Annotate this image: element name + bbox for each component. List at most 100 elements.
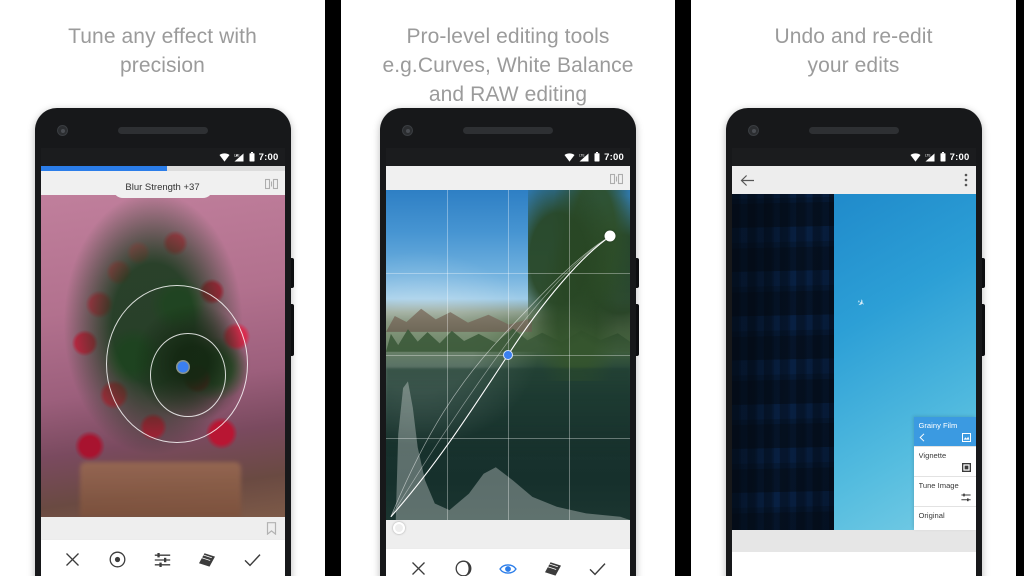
bookmark-icon[interactable] — [266, 521, 277, 535]
looks-button[interactable] — [197, 550, 217, 570]
contrast-button[interactable] — [453, 559, 473, 576]
svg-text:LTE: LTE — [234, 153, 240, 157]
curves-editor-footer — [386, 520, 630, 548]
editor-toolbar — [40, 539, 285, 576]
phone-screen: LTE 7:00 — [731, 148, 976, 576]
compare-split-icon[interactable] — [264, 177, 278, 190]
phone-bezel-top — [41, 114, 285, 148]
cancel-button[interactable] — [408, 559, 428, 576]
wifi-icon — [910, 152, 921, 162]
earpiece-speaker — [808, 127, 899, 134]
photo-foreground-trees — [527, 190, 630, 382]
android-status-bar: LTE 7:00 — [386, 148, 630, 166]
front-camera-icon — [402, 125, 413, 136]
looks-button[interactable] — [543, 559, 563, 576]
caption-line: precision — [120, 54, 205, 77]
caption-line: Undo and re-edit — [774, 25, 933, 48]
phone-screen: LTE 7:00 Blur Strength +37 — [40, 148, 285, 576]
battery-icon — [940, 152, 946, 162]
wifi-icon — [219, 152, 230, 162]
edited-photo-building[interactable]: ✈ Grainy Film Vignette Tune Image Origin… — [731, 194, 976, 552]
panel-divider — [675, 0, 691, 576]
adjust-button[interactable] — [152, 550, 172, 570]
promo-panel-history: Undo and re-edit your edits LTE 7:00 ✈ G… — [691, 0, 1016, 576]
phone-power-button — [636, 258, 639, 288]
caption-line: Pro-level editing tools — [406, 25, 610, 48]
battery-icon — [249, 152, 255, 162]
image-adjust-icon[interactable] — [961, 432, 971, 442]
accept-button[interactable] — [242, 550, 262, 570]
battery-icon — [594, 152, 600, 162]
back-arrow-icon[interactable] — [740, 174, 755, 187]
earpiece-speaker — [117, 127, 208, 134]
vignette-square-icon[interactable] — [961, 462, 971, 472]
editor-top-bar — [386, 166, 630, 190]
history-item-label: Original — [918, 511, 945, 520]
caption-line: and RAW editing — [428, 83, 588, 106]
editor-sub-bar — [40, 517, 285, 539]
promo-panel-tune: Tune any effect with precision LTE 7:00 … — [0, 0, 325, 576]
sliders-small-icon[interactable] — [960, 493, 971, 502]
panel-caption: Tune any effect with precision — [0, 0, 325, 80]
curve-point-midtone-handle[interactable] — [503, 350, 513, 360]
front-camera-icon — [747, 125, 759, 136]
earpiece-speaker — [463, 127, 553, 134]
more-vertical-icon[interactable] — [964, 173, 968, 187]
screenshot-stage: Tune any effect with precision LTE 7:00 … — [0, 0, 1024, 576]
panel-caption: Undo and re-edit your edits — [691, 0, 1016, 80]
compare-split-icon[interactable] — [609, 172, 624, 185]
signal-icon: LTE — [579, 153, 590, 162]
status-bar-time: 7:00 — [258, 151, 279, 163]
accept-button[interactable] — [588, 559, 608, 576]
caption-line: your edits — [807, 54, 900, 77]
svg-text:LTE: LTE — [579, 153, 585, 157]
phone-power-button — [290, 258, 294, 288]
edited-photo-flowers[interactable] — [40, 195, 285, 517]
history-item-label: Vignette — [918, 451, 947, 460]
chevron-left-icon[interactable] — [918, 432, 925, 442]
curves-button[interactable] — [498, 559, 518, 576]
history-item-tune-image[interactable]: Tune Image — [913, 477, 976, 507]
photo-pot — [79, 462, 241, 517]
phone-volume-button — [981, 304, 985, 356]
photo-bottom-margin — [731, 530, 976, 552]
front-camera-icon — [56, 125, 68, 136]
history-item-original[interactable]: Original — [913, 507, 976, 530]
history-item-label: Grainy Film — [918, 421, 958, 430]
photo-water-reflection — [386, 368, 630, 454]
curves-editor-canvas[interactable] — [386, 190, 630, 520]
status-bar-time: 7:00 — [949, 151, 970, 163]
history-item-label: Tune Image — [918, 481, 959, 490]
photo-building-shading — [731, 194, 834, 535]
phone-mockup: LTE 7:00 — [380, 108, 639, 576]
phone-screen: LTE 7:00 — [386, 148, 630, 576]
phone-volume-button — [636, 304, 639, 356]
caption-line: e.g.Curves, White Balance — [382, 54, 634, 77]
signal-icon: LTE — [925, 153, 936, 162]
app-bar — [731, 166, 976, 194]
lens-blur-button[interactable] — [108, 550, 128, 570]
phone-power-button — [981, 258, 985, 288]
wifi-icon — [564, 152, 575, 162]
curve-point-shadow-handle[interactable] — [393, 522, 405, 534]
phone-mockup: LTE 7:00 — [725, 108, 985, 576]
edit-history-list: Grainy Film Vignette Tune Image Original — [913, 417, 976, 530]
panel-divider — [325, 0, 341, 576]
signal-icon: LTE — [234, 153, 245, 162]
editor-top-bar: Blur Strength +37 — [40, 171, 285, 198]
history-item-grainy-film[interactable]: Grainy Film — [913, 417, 976, 447]
history-item-vignette[interactable]: Vignette — [913, 447, 976, 477]
editor-toolbar — [386, 548, 630, 576]
phone-mockup: LTE 7:00 Blur Strength +37 — [34, 108, 294, 576]
cancel-button[interactable] — [63, 550, 83, 570]
blur-center-handle[interactable] — [177, 361, 189, 373]
effect-value-chip: Blur Strength +37 — [112, 178, 213, 198]
phone-bezel-top — [386, 114, 630, 148]
phone-volume-button — [290, 304, 294, 356]
status-bar-time: 7:00 — [604, 151, 624, 163]
panel-caption: Pro-level editing tools e.g.Curves, Whit… — [341, 0, 675, 109]
android-status-bar: LTE 7:00 — [40, 148, 285, 166]
curve-point-highlight-handle[interactable] — [604, 230, 616, 242]
android-status-bar: LTE 7:00 — [731, 148, 976, 166]
svg-text:LTE: LTE — [925, 153, 931, 157]
